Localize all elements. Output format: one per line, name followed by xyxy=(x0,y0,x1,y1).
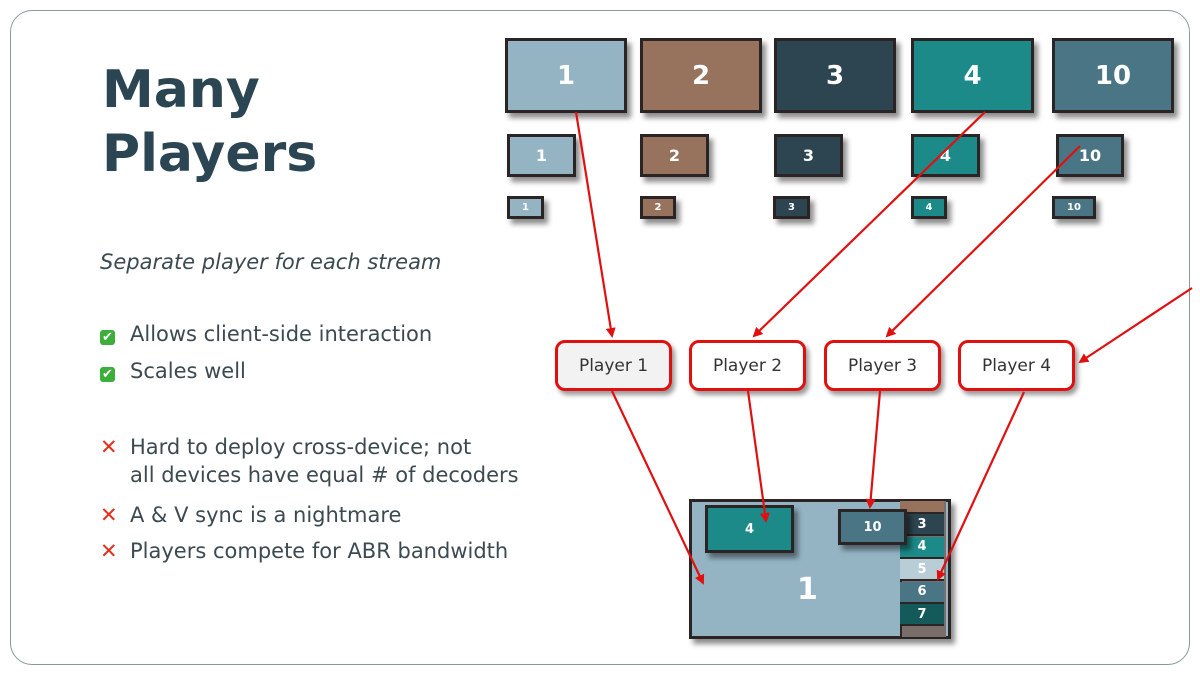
arrow xyxy=(746,390,770,523)
arrow xyxy=(1078,287,1193,364)
arrow xyxy=(752,111,986,338)
arrow xyxy=(936,391,1025,581)
arrow xyxy=(865,390,882,509)
arrow xyxy=(885,145,1081,338)
arrow xyxy=(611,390,705,585)
arrows xyxy=(574,111,1193,585)
arrow xyxy=(574,111,616,338)
